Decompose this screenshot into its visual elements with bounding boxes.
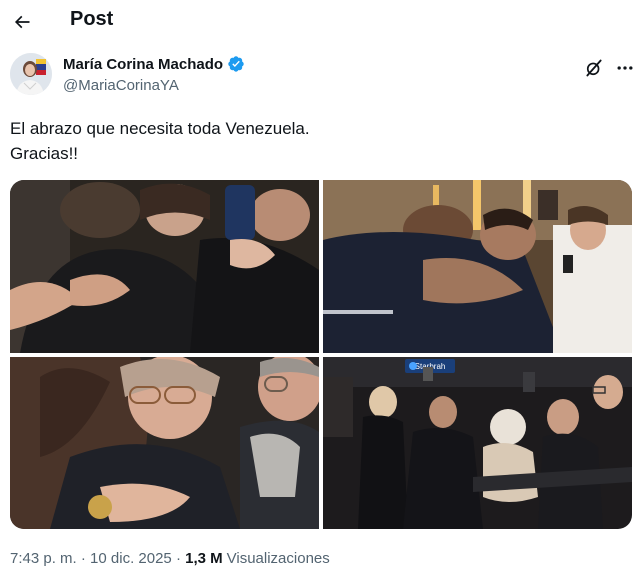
- photo-1[interactable]: [10, 180, 319, 353]
- display-name: María Corina Machado: [63, 55, 224, 73]
- post-date[interactable]: 10 dic. 2025: [90, 550, 172, 567]
- page-title: Post: [70, 8, 114, 30]
- photo-3[interactable]: [10, 357, 319, 529]
- photo-2[interactable]: [323, 180, 632, 353]
- meta-separator: ·: [76, 550, 91, 567]
- tweet-line: El abrazo que necesita toda Venezuela.: [10, 119, 310, 138]
- verified-badge-icon: [228, 56, 244, 72]
- tweet-line: Gracias!!: [10, 144, 79, 163]
- post-time[interactable]: 7:43 p. m.: [10, 550, 77, 567]
- views-count: 1,3 M: [185, 550, 223, 567]
- back-button[interactable]: [6, 6, 38, 38]
- author-row: María Corina Machado @MariaCorinaYA: [10, 53, 634, 99]
- post-metadata: 7:43 p. m. · 10 dic. 2025 · 1,3 M Visual…: [10, 550, 330, 567]
- post-header: Post: [0, 0, 644, 44]
- tweet-text: El abrazo que necesita toda Venezuela. G…: [10, 116, 630, 166]
- photo-4[interactable]: Starbrah: [323, 357, 632, 529]
- more-options-button[interactable]: [612, 55, 638, 81]
- media-grid: Starbrah: [10, 180, 632, 529]
- more-horizontal-icon: [617, 66, 633, 70]
- display-name-row[interactable]: María Corina Machado: [63, 55, 245, 73]
- arrow-left-icon: [14, 15, 30, 29]
- author-handle[interactable]: @MariaCorinaYA: [63, 77, 179, 94]
- views-label: Visualizaciones: [226, 550, 330, 567]
- meta-separator: ·: [171, 550, 186, 567]
- avatar[interactable]: [10, 53, 52, 95]
- grok-button[interactable]: [581, 55, 607, 81]
- grok-icon: [586, 59, 602, 77]
